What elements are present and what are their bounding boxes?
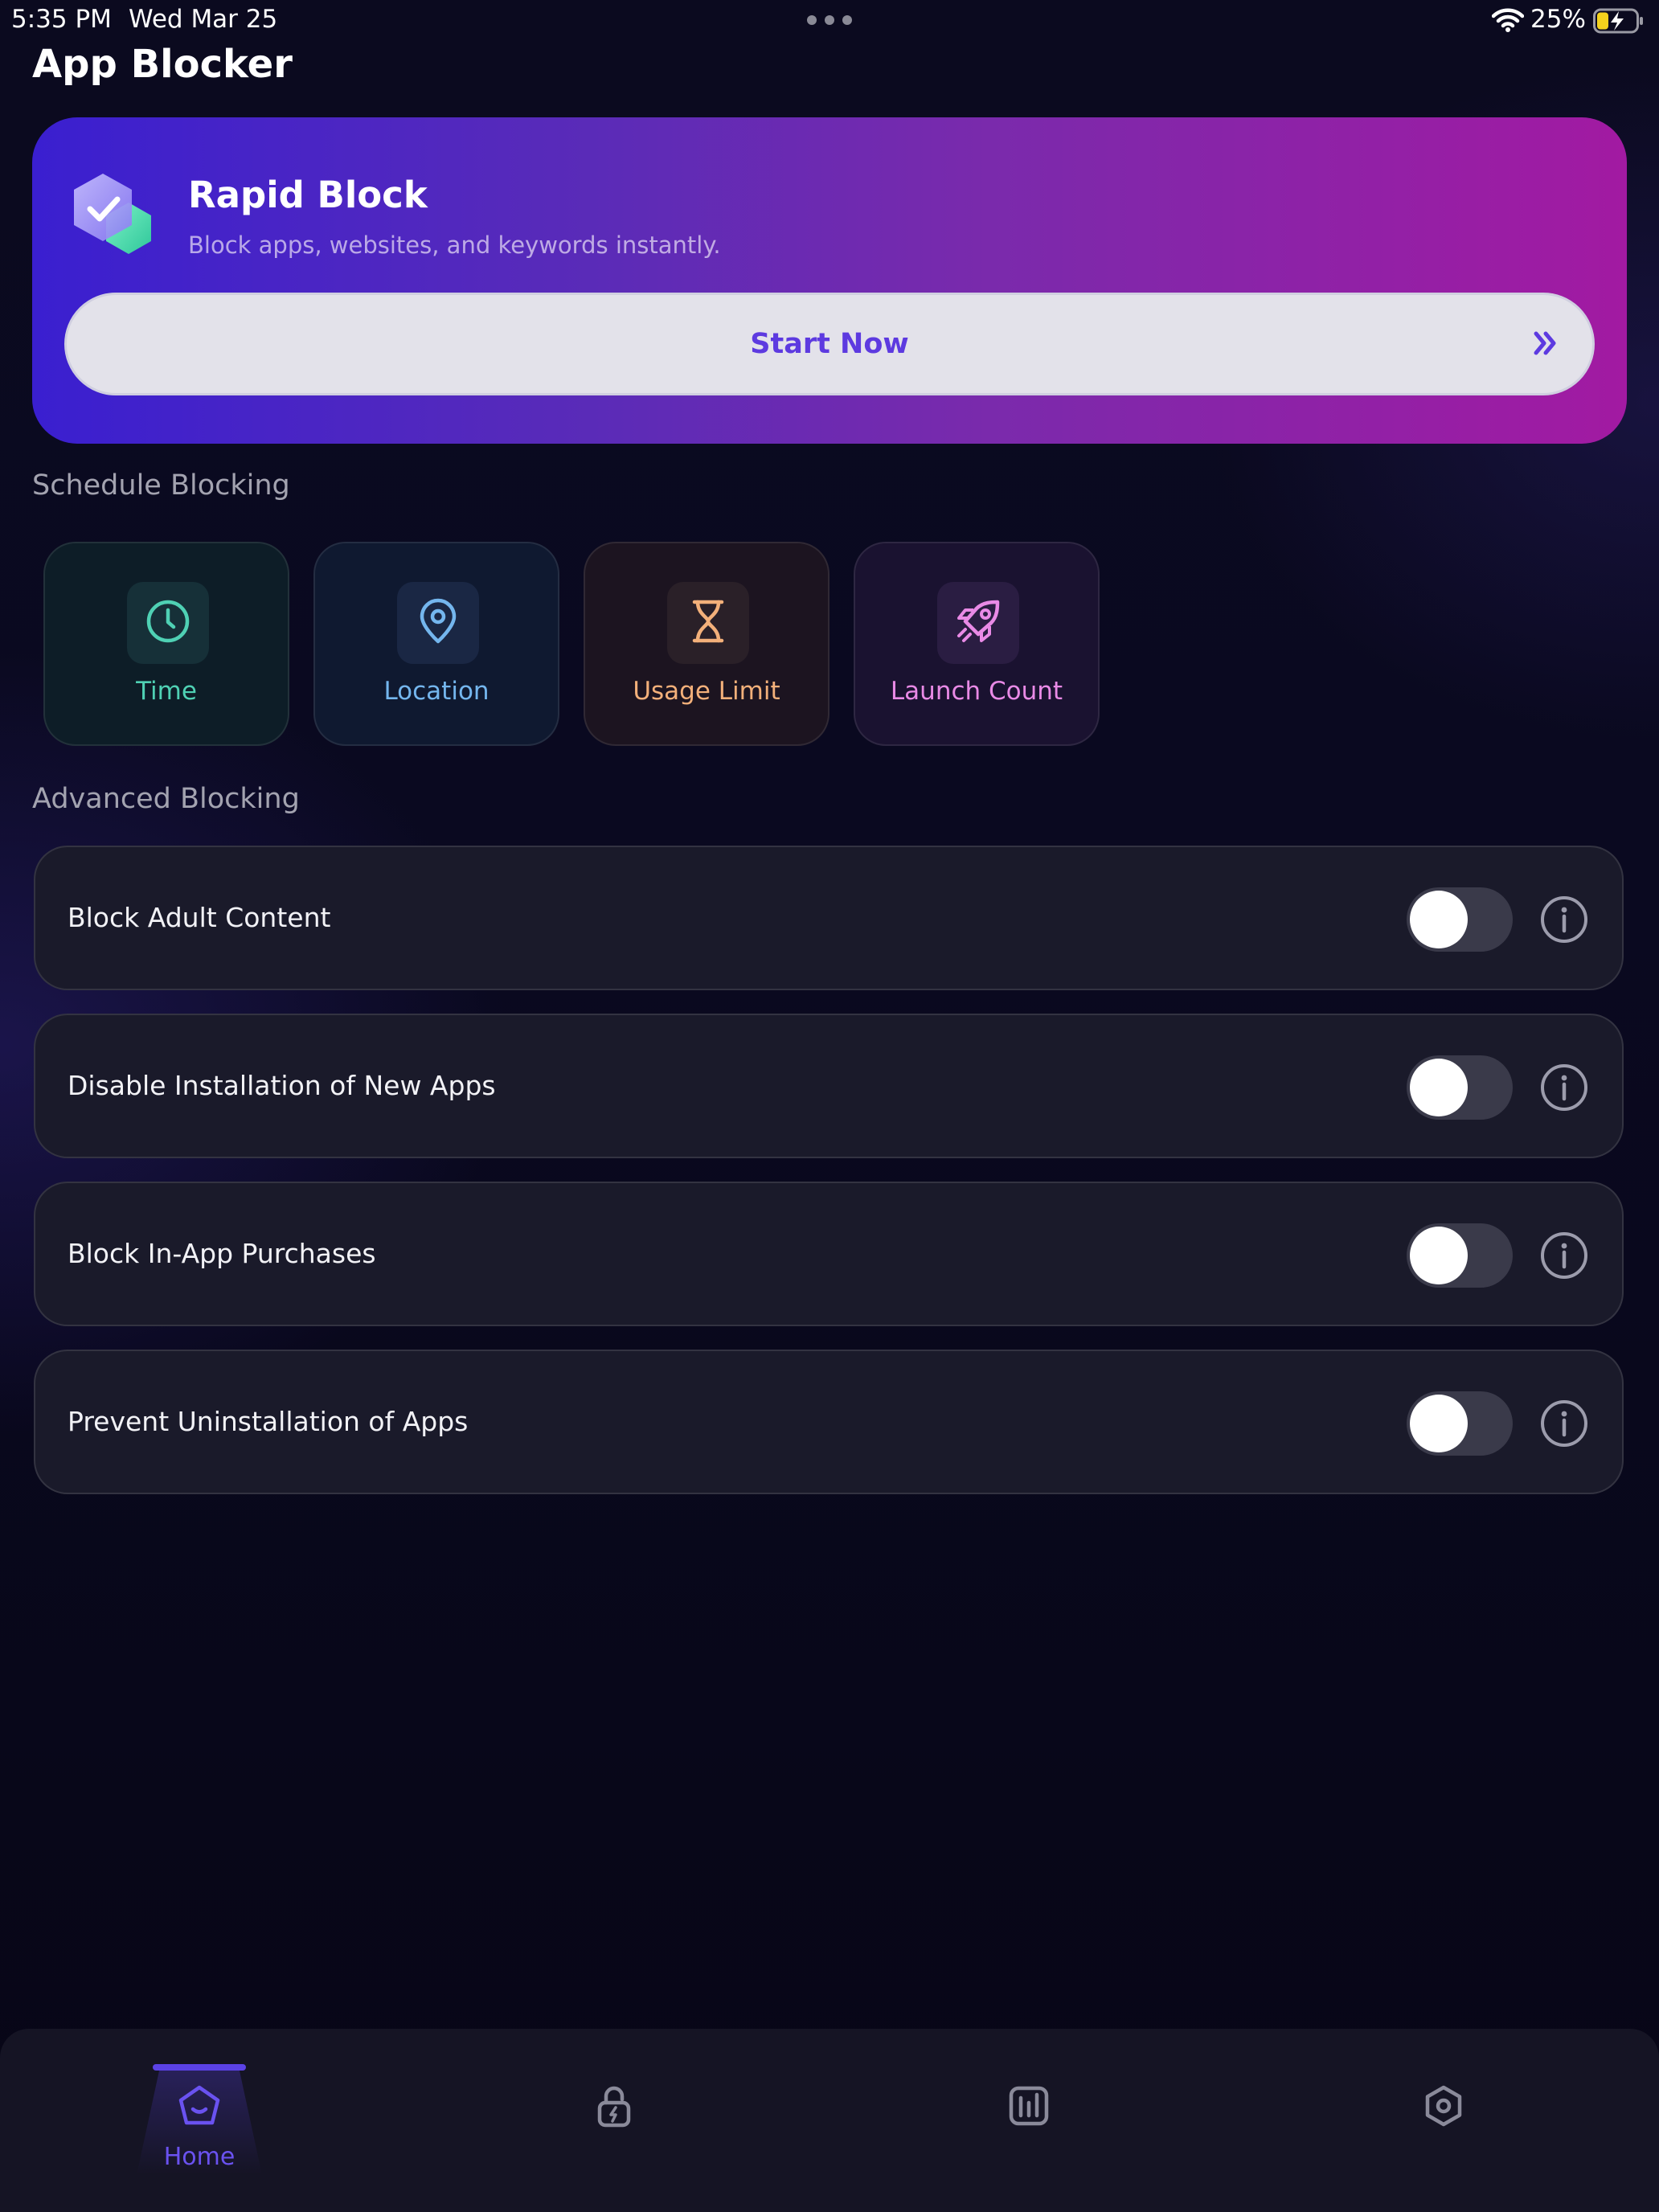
advanced-row-disable-installation: Disable Installation of New Apps [34,1014,1624,1158]
schedule-tile-time[interactable]: Time [43,542,289,746]
tab-home-label: Home [163,2143,236,2171]
tab-block[interactable] [534,2029,694,2189]
info-icon[interactable] [1538,1062,1590,1116]
tile-label-usage-limit: Usage Limit [633,677,780,706]
advanced-blocking-heading: Advanced Blocking [32,783,300,815]
rapid-block-title: Rapid Block [188,174,428,216]
double-chevron-right-icon [1531,329,1560,361]
status-bar: 5:35 PM Wed Mar 25 25% [0,0,1659,42]
multitasking-dots-icon[interactable] [807,15,852,25]
hourglass-icon [688,598,728,648]
tile-label-location: Location [383,677,490,706]
rapid-block-subtitle: Block apps, websites, and keywords insta… [188,231,721,259]
status-time: 5:35 PM [11,5,112,34]
tile-icon-box [127,582,209,664]
block-in-app-purchases-toggle[interactable] [1407,1223,1513,1288]
tab-stats[interactable] [948,2029,1109,2189]
tile-icon-box [397,582,479,664]
advanced-row-label: Block Adult Content [68,902,331,933]
location-pin-icon [416,598,460,648]
shield-check-icon [68,170,158,264]
advanced-row-prevent-uninstallation: Prevent Uninstallation of Apps [34,1350,1624,1494]
settings-icon [1421,2083,1466,2132]
wifi-icon [1491,8,1525,35]
status-date: Wed Mar 25 [129,5,278,34]
tile-label-launch-count: Launch Count [890,677,1063,706]
advanced-row-block-in-app-purchases: Block In-App Purchases [34,1182,1624,1326]
rocket-icon [954,597,1002,649]
advanced-row-label: Block In-App Purchases [68,1238,376,1269]
schedule-tile-launch-count[interactable]: Launch Count [854,542,1100,746]
tile-icon-box [937,582,1019,664]
start-now-label: Start Now [750,328,909,360]
rapid-block-card: Rapid Block Block apps, websites, and ke… [32,117,1627,444]
home-icon [177,2083,222,2132]
schedule-blocking-heading: Schedule Blocking [32,469,290,502]
schedule-tile-location[interactable]: Location [313,542,559,746]
info-icon[interactable] [1538,1230,1590,1284]
lock-bolt-icon [592,2083,637,2132]
page-title: App Blocker [32,42,293,87]
advanced-row-block-adult-content: Block Adult Content [34,846,1624,990]
prevent-uninstallation-toggle[interactable] [1407,1391,1513,1456]
clock-icon [145,598,191,648]
advanced-row-label: Prevent Uninstallation of Apps [68,1406,469,1437]
advanced-row-label: Disable Installation of New Apps [68,1070,496,1101]
tile-label-time: Time [136,677,197,706]
start-now-button[interactable]: Start Now [64,293,1595,395]
tab-settings[interactable] [1363,2029,1524,2189]
tab-bar: Home [0,2029,1659,2212]
tile-icon-box [667,582,749,664]
schedule-tile-usage-limit[interactable]: Usage Limit [584,542,830,746]
tab-home[interactable]: Home [119,2029,280,2189]
stats-icon [1006,2083,1051,2132]
info-icon[interactable] [1538,894,1590,948]
block-adult-content-toggle[interactable] [1407,887,1513,952]
active-tab-indicator [153,2064,246,2071]
disable-installation-toggle[interactable] [1407,1055,1513,1120]
battery-charging-icon [1593,8,1645,37]
battery-percent: 25% [1530,5,1586,34]
info-icon[interactable] [1538,1398,1590,1452]
